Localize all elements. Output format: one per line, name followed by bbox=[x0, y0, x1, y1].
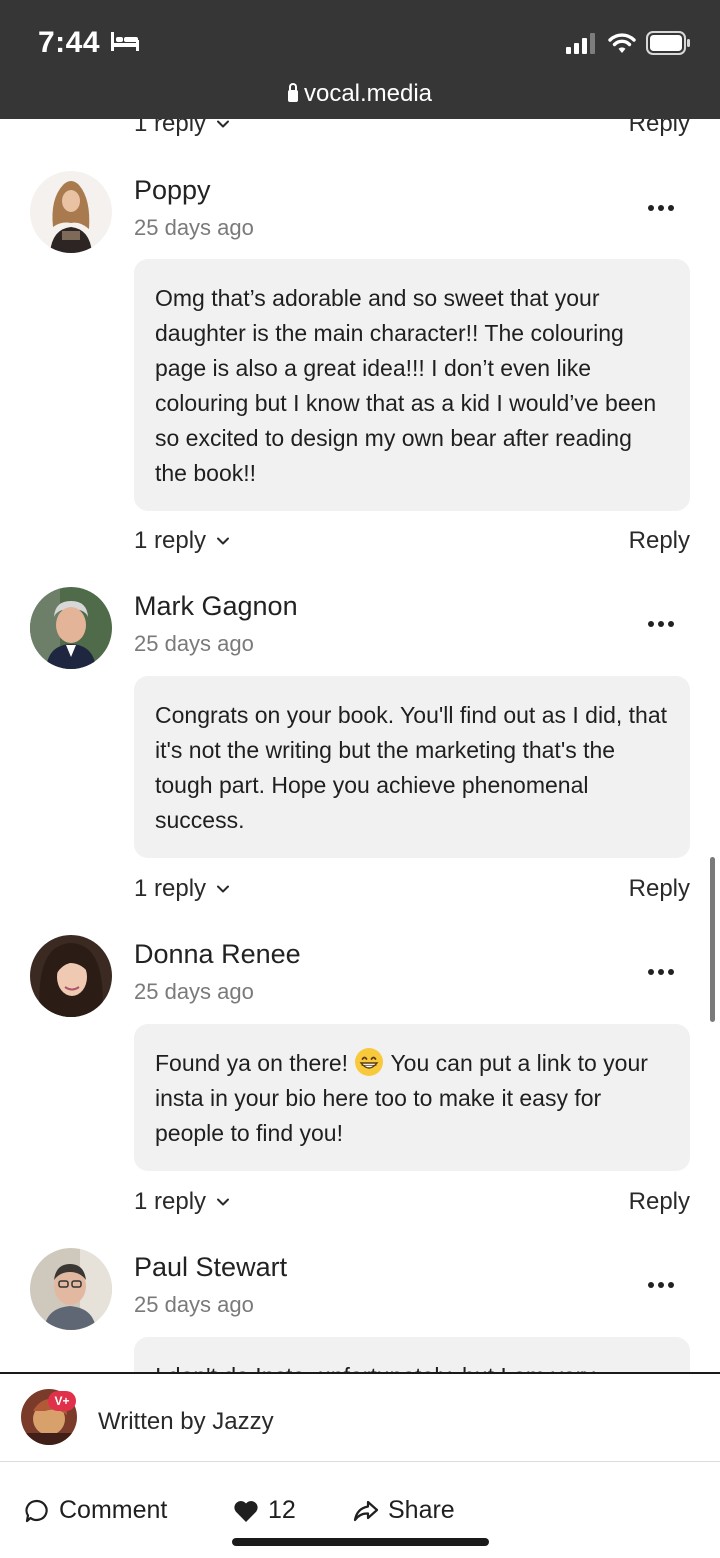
home-indicator[interactable] bbox=[232, 1538, 489, 1546]
replies-count: 1 reply bbox=[134, 119, 207, 137]
address-bar[interactable]: vocal.media bbox=[0, 80, 720, 108]
replies-toggle[interactable]: 1 reply bbox=[134, 875, 230, 903]
comment-actions-row: 1 reply Reply bbox=[134, 1184, 690, 1220]
heart-icon bbox=[234, 1500, 258, 1522]
comment-body: Congrats on your book. You'll find out a… bbox=[134, 676, 690, 858]
replies-toggle[interactable]: 1 reply bbox=[134, 119, 230, 138]
status-bar: 7:44 vocal.media bbox=[0, 0, 720, 119]
replies-toggle[interactable]: 1 reply bbox=[134, 1188, 230, 1216]
comment-time: 25 days ago bbox=[134, 215, 254, 240]
comment-time: 25 days ago bbox=[134, 631, 254, 656]
status-time: 7:44 bbox=[38, 26, 101, 59]
replies-count: 1 reply bbox=[134, 1188, 207, 1215]
replies-toggle[interactable]: 1 reply bbox=[134, 527, 230, 555]
more-icon[interactable] bbox=[648, 1282, 674, 1288]
like-button[interactable]: 12 bbox=[233, 1496, 296, 1525]
wifi-icon bbox=[608, 33, 636, 53]
more-icon[interactable] bbox=[648, 969, 674, 975]
comment-actions-row: 1 reply Reply bbox=[134, 523, 690, 559]
vocal-plus-badge: V+ bbox=[48, 1391, 76, 1411]
like-count: 12 bbox=[268, 1496, 296, 1524]
reply-button[interactable]: Reply bbox=[629, 875, 690, 903]
signal-icon bbox=[566, 33, 595, 54]
avatar[interactable] bbox=[30, 587, 112, 669]
share-button[interactable]: Share bbox=[353, 1496, 455, 1525]
chevron-down-icon bbox=[217, 1198, 230, 1206]
comment-body: I don't do Insta, unfortunately, but I a… bbox=[134, 1337, 690, 1372]
comment-time: 25 days ago bbox=[134, 1292, 254, 1317]
comment-author[interactable]: Paul Stewart bbox=[134, 1252, 287, 1283]
bed-icon bbox=[111, 32, 139, 51]
writer-row[interactable]: V+ Written by Jazzy bbox=[0, 1374, 720, 1462]
avatar[interactable] bbox=[30, 171, 112, 253]
chevron-down-icon bbox=[217, 120, 230, 128]
comment-button-label: Comment bbox=[59, 1496, 168, 1524]
avatar[interactable] bbox=[30, 1248, 112, 1330]
share-button-label: Share bbox=[388, 1496, 455, 1524]
comment-time: 25 days ago bbox=[134, 979, 254, 1004]
battery-icon bbox=[646, 31, 690, 55]
status-icons bbox=[566, 30, 690, 56]
chevron-down-icon bbox=[217, 537, 230, 545]
reply-button[interactable]: Reply bbox=[629, 1188, 690, 1216]
comment-icon bbox=[25, 1499, 48, 1522]
story-footer: V+ Written by Jazzy Comment 12 Share bbox=[0, 1372, 720, 1558]
comment-author[interactable]: Donna Renee bbox=[134, 939, 301, 970]
comment-button[interactable]: Comment bbox=[24, 1496, 167, 1525]
comment-body: Omg that’s adorable and so sweet that yo… bbox=[134, 259, 690, 511]
reply-button[interactable]: Reply bbox=[629, 527, 690, 555]
written-by-label[interactable]: Written by Jazzy bbox=[98, 1408, 274, 1436]
replies-count: 1 reply bbox=[134, 527, 207, 554]
grin-emoji-icon bbox=[355, 1048, 384, 1076]
share-icon bbox=[353, 1500, 379, 1521]
replies-count: 1 reply bbox=[134, 875, 207, 902]
comment-body: Found ya on there! You can put a link to… bbox=[134, 1024, 690, 1171]
chevron-down-icon bbox=[217, 885, 230, 893]
comment-actions-row: 1 reply Reply bbox=[134, 119, 690, 142]
comments-list[interactable]: 1 reply Reply Poppy 25 days ago Omg that… bbox=[0, 119, 720, 1372]
avatar[interactable] bbox=[30, 935, 112, 1017]
scrollbar[interactable] bbox=[710, 857, 715, 1022]
reply-button[interactable]: Reply bbox=[629, 119, 690, 138]
comment-body-part: Found ya on there! bbox=[155, 1050, 349, 1076]
comment-author[interactable]: Poppy bbox=[134, 175, 211, 206]
more-icon[interactable] bbox=[648, 205, 674, 211]
lock-icon bbox=[287, 83, 298, 102]
comment-author[interactable]: Mark Gagnon bbox=[134, 591, 298, 622]
comment-actions-row: 1 reply Reply bbox=[134, 871, 690, 907]
more-icon[interactable] bbox=[648, 621, 674, 627]
url-text: vocal.media bbox=[303, 80, 433, 107]
